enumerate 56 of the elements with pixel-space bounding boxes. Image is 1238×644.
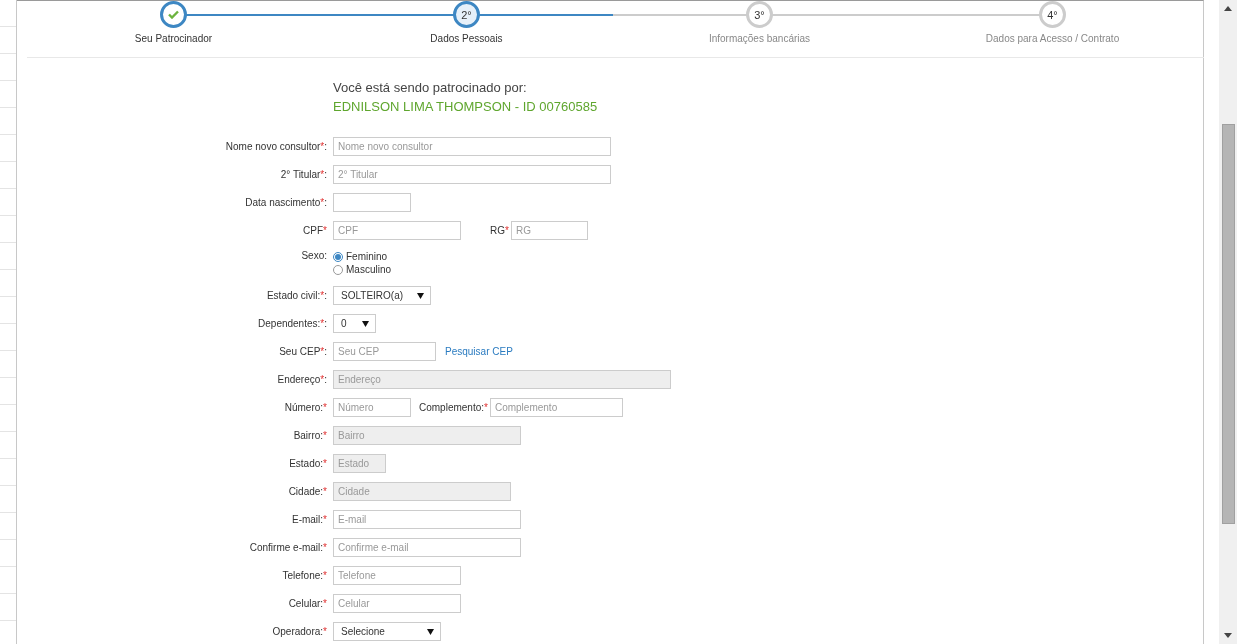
- input-field[interactable]: CPF: [333, 220, 461, 240]
- field-label: Estado civil:*:: [265, 289, 327, 301]
- field-label: Data nascimento*:: [244, 196, 327, 208]
- step-circle[interactable]: 4°: [1039, 1, 1066, 28]
- step-label: Dados Pessoais: [430, 33, 503, 44]
- scrollbar[interactable]: [1219, 0, 1237, 644]
- field-label: Endereço*:: [276, 373, 327, 385]
- input-field[interactable]: RG: [510, 220, 588, 240]
- field-label: Seu CEP*:: [278, 345, 327, 357]
- input-field[interactable]: Seu CEP: [333, 341, 436, 361]
- input-field[interactable]: 2° Titular: [333, 164, 611, 184]
- scroll-up-icon[interactable]: [1224, 6, 1232, 11]
- step-circle[interactable]: 2°: [453, 1, 480, 28]
- radio-option[interactable]: Feminino: [333, 250, 392, 263]
- field-label: CPF*: [302, 224, 327, 236]
- field-label: Estado:*: [288, 457, 327, 469]
- input-field[interactable]: E-mail: [333, 509, 521, 529]
- caret-icon: [362, 319, 369, 327]
- sponsor-intro: Você está sendo patrocinado por:: [333, 79, 527, 97]
- field-label: Telefone:*: [281, 569, 327, 581]
- field-label: 2° Titular*:: [279, 168, 327, 180]
- step-label: Informações bancárias: [708, 33, 811, 44]
- field-label: Confirme e-mail:*: [248, 541, 327, 553]
- dropdown[interactable]: 0: [333, 313, 376, 333]
- dropdown[interactable]: SOLTEIRO(a): [333, 285, 431, 305]
- caret-icon: [427, 627, 434, 635]
- step-label: Dados para Acesso / Contrato: [985, 33, 1120, 44]
- field-label: Sexo:: [300, 250, 327, 261]
- field-label: Número:*: [283, 401, 327, 413]
- dropdown[interactable]: Selecione: [333, 621, 441, 641]
- input-field[interactable]: Nome novo consultor: [333, 136, 611, 156]
- field-label: Celular:*: [287, 597, 327, 609]
- caret-icon: [417, 291, 424, 299]
- field-label: Operadora:*: [271, 625, 327, 637]
- input-field[interactable]: Complemento: [489, 397, 623, 417]
- step-circle[interactable]: 3°: [746, 1, 773, 28]
- sponsor-name: EDNILSON LIMA THOMPSON - ID 00760585: [333, 98, 598, 116]
- input-field[interactable]: Número: [333, 397, 411, 417]
- field-label: RG*: [490, 224, 509, 236]
- input-field[interactable]: Confirme e-mail: [333, 537, 521, 557]
- step-circle[interactable]: [160, 1, 187, 28]
- field-label: Bairro:*: [292, 429, 327, 441]
- radio-option[interactable]: Masculino: [333, 263, 392, 276]
- field-label: Complemento:*: [419, 401, 488, 413]
- scroll-thumb[interactable]: [1221, 124, 1235, 524]
- field-label: Nome novo consultor*:: [224, 140, 327, 152]
- input-field[interactable]: Celular: [333, 593, 461, 613]
- field-label: Cidade:*: [287, 485, 327, 497]
- input-field[interactable]: [333, 192, 411, 212]
- field-label: E-mail:*: [290, 513, 327, 525]
- field-label: Dependentes:*:: [257, 317, 327, 329]
- search-link[interactable]: Pesquisar CEP: [445, 345, 513, 357]
- input-field[interactable]: Telefone: [333, 565, 461, 585]
- check-icon: [168, 10, 179, 19]
- step-label: Seu Patrocinador: [134, 33, 213, 44]
- scroll-down-icon[interactable]: [1224, 633, 1232, 638]
